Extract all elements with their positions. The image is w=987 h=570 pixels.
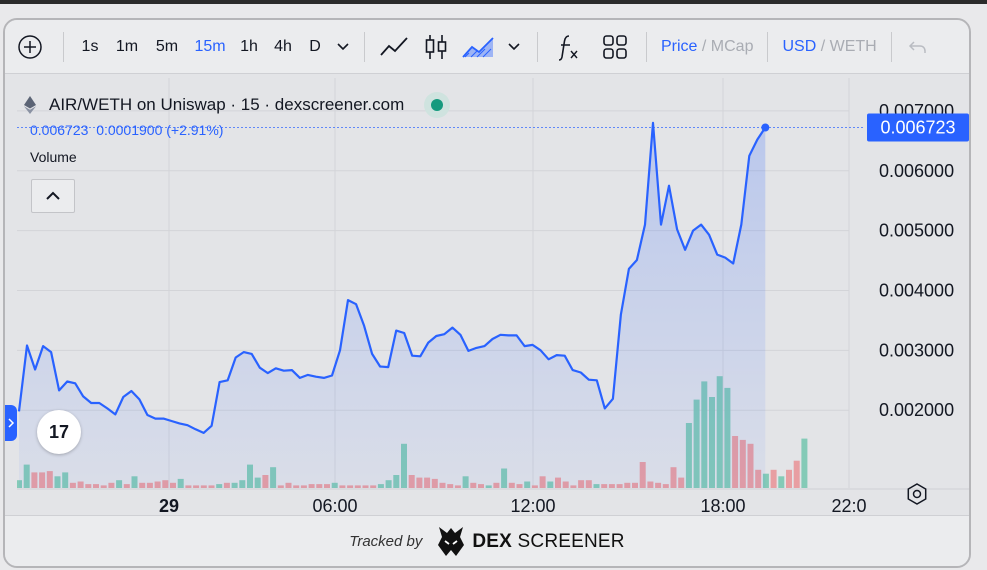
- price-chart[interactable]: 0.002000 0.003000 0.004000 0.005000 0.006000…: [17, 78, 969, 516]
- x-tick-label: 12:00: [510, 496, 555, 516]
- brand-rest: SCREENER: [517, 530, 625, 552]
- volume-bar: [793, 460, 800, 488]
- legend-values: 0.006723 0.0001900 (+2.91%): [30, 122, 223, 138]
- toolbar-separator: [537, 31, 538, 62]
- volume-bar: [770, 469, 777, 488]
- usd-option[interactable]: USD: [782, 38, 816, 56]
- tracked-by-footer: Tracked by DEX SCREENER: [5, 515, 969, 566]
- chevron-down-icon: [508, 42, 520, 50]
- dexscreener-logo-icon: [438, 526, 465, 556]
- mcap-option[interactable]: MCap: [711, 38, 754, 56]
- toolbar-separator: [63, 31, 64, 62]
- timeframe-D[interactable]: D: [300, 29, 330, 65]
- collapse-legend-button[interactable]: [31, 179, 75, 213]
- area-chart-style-button[interactable]: [457, 29, 499, 65]
- add-indicator-button[interactable]: [5, 29, 55, 65]
- toolbar-separator: [364, 31, 365, 62]
- timeframe-15m[interactable]: 15m: [188, 29, 232, 65]
- y-tick-label: 0.003000: [879, 340, 954, 360]
- timeframe-1m[interactable]: 1m: [108, 29, 146, 65]
- x-tick-label: 18:00: [700, 496, 745, 516]
- toolbar-separator: [646, 31, 647, 62]
- legend-last-value: 0.006723: [30, 122, 89, 138]
- x-tick-label: 29: [159, 496, 179, 516]
- price-mcap-slash: /: [697, 37, 711, 55]
- chart-widget: 1s 1m 5m 15m 1h 4h D Price / MCap USD / …: [3, 18, 971, 568]
- y-tick-label: 0.006000: [879, 161, 954, 181]
- weth-option[interactable]: WETH: [830, 38, 877, 56]
- grid-layout-icon: [603, 34, 627, 59]
- line-chart-style-button[interactable]: [373, 29, 415, 65]
- timeframe-1h[interactable]: 1h: [232, 29, 266, 65]
- toolbar-separator: [890, 31, 892, 62]
- currency-toggle[interactable]: USD / WETH: [776, 29, 882, 65]
- tracked-by-label: Tracked by: [349, 533, 423, 550]
- timeframe-dropdown-button[interactable]: [330, 29, 356, 65]
- window-top-border: [0, 0, 987, 4]
- chevron-up-icon: [46, 191, 60, 200]
- undo-icon: [908, 40, 926, 53]
- function-fx-icon: [558, 34, 578, 61]
- dexscreener-wordmark: DEX SCREENER: [472, 531, 624, 553]
- toolbar-separator: [767, 31, 769, 62]
- y-tick-label: 0.004000: [879, 280, 954, 300]
- y-tick-label: 0.002000: [879, 400, 954, 420]
- layout-button[interactable]: [592, 29, 638, 65]
- legend-change: 0.0001900 (+2.91%): [96, 122, 224, 138]
- area-chart-icon: [462, 36, 494, 58]
- x-tick-label: 22:0: [831, 496, 866, 516]
- price-mcap-toggle[interactable]: Price / MCap: [655, 29, 759, 65]
- volume-bar: [801, 438, 808, 488]
- currency-slash: /: [816, 37, 830, 55]
- candlestick-icon: [425, 34, 447, 59]
- timeframe-4h[interactable]: 4h: [266, 29, 300, 65]
- plus-circle-icon: [18, 34, 42, 59]
- market-status-indicator: [424, 92, 451, 118]
- expand-sidebar-tab[interactable]: [5, 405, 17, 441]
- last-price-dot: [761, 123, 770, 132]
- timeframe-5m[interactable]: 5m: [146, 29, 188, 65]
- chart-toolbar: 1s 1m 5m 15m 1h 4h D Price / MCap USD / …: [5, 20, 969, 74]
- chevron-down-icon: [337, 42, 349, 50]
- tradingview-logo[interactable]: 17: [37, 410, 81, 454]
- volume-bar: [778, 476, 785, 488]
- chart-style-dropdown-button[interactable]: [499, 29, 529, 65]
- brand-bold: DEX: [472, 530, 513, 552]
- candles-chart-style-button[interactable]: [415, 29, 457, 65]
- pair-title: AIR/WETH on Uniswap · 15 · dexscreener.c…: [49, 95, 405, 114]
- last-price-label: 0.006723: [880, 117, 955, 137]
- chart-legend: AIR/WETH on Uniswap · 15 · dexscreener.c…: [23, 92, 451, 118]
- line-chart-icon: [380, 36, 408, 56]
- indicators-button[interactable]: [546, 29, 592, 65]
- volume-label: Volume: [30, 149, 77, 165]
- timeframe-list: 1s 1m 5m 15m 1h 4h D: [72, 29, 330, 65]
- volume-bar: [786, 469, 792, 488]
- undo-button[interactable]: [900, 29, 936, 65]
- chevron-right-icon: [8, 418, 15, 428]
- axis-settings-icon[interactable]: [905, 482, 929, 506]
- ethereum-icon: [24, 96, 36, 114]
- y-tick-label: 0.005000: [879, 221, 954, 241]
- timeframe-1s[interactable]: 1s: [72, 29, 108, 65]
- x-tick-label: 06:00: [312, 496, 357, 516]
- price-option[interactable]: Price: [661, 38, 697, 56]
